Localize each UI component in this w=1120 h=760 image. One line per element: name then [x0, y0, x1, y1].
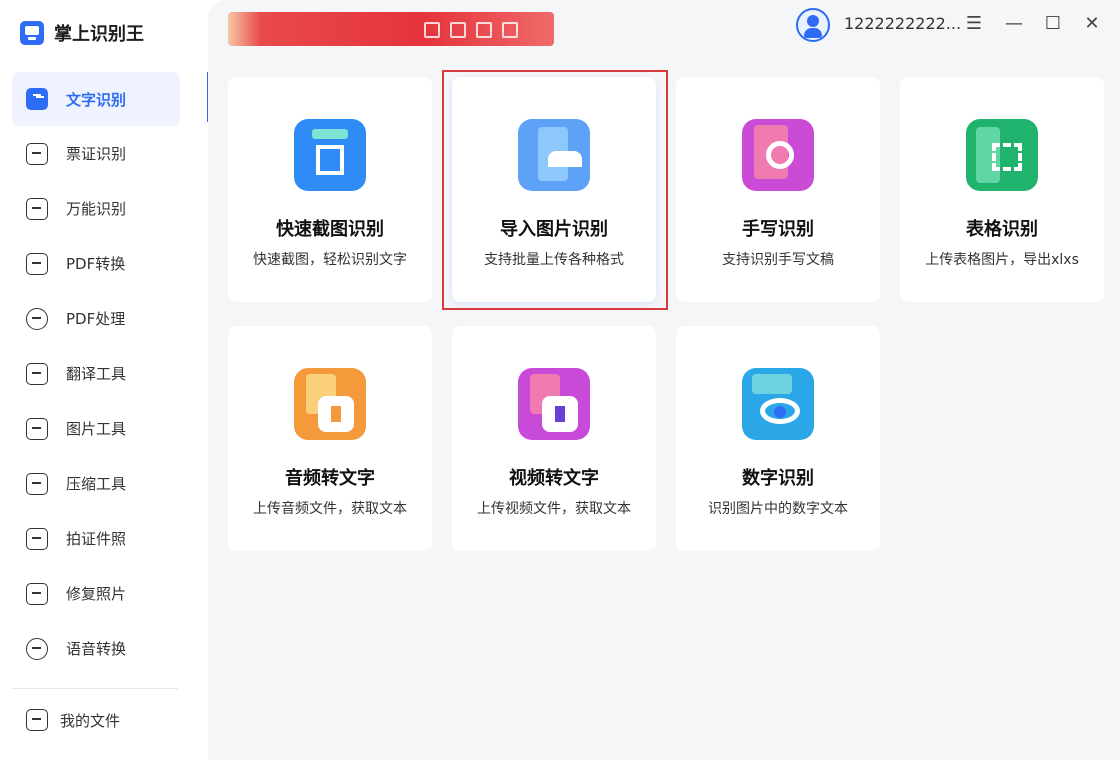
text-recognition-icon [26, 88, 48, 110]
pdf-process-icon [26, 307, 48, 330]
sidebar-item-label: 图片工具 [66, 420, 127, 438]
sidebar-item-label: 压缩工具 [66, 475, 127, 493]
card-title: 手写识别 [742, 219, 814, 240]
card-title: 音频转文字 [285, 468, 375, 489]
universal-scan-icon [26, 197, 48, 220]
card-desc: 支持批量上传各种格式 [484, 252, 624, 268]
sidebar-divider [12, 688, 178, 689]
card-desc: 上传视频文件，获取文本 [477, 501, 631, 517]
banner-box-icon [450, 22, 466, 38]
ticket-icon [26, 142, 48, 165]
sidebar-item-label: PDF处理 [66, 310, 126, 328]
handwriting-icon [742, 119, 814, 191]
banner-box-icon [502, 22, 518, 38]
sidebar-nav: 文字识别 票证识别 万能识别 PDF转换 PDF处理 翻译工具 图片工具 压缩工… [12, 72, 180, 676]
pdf-convert-icon [26, 252, 48, 275]
audio-to-text-icon [294, 368, 366, 440]
maximize-icon: ☐ [1044, 12, 1062, 34]
sidebar-item-photo-repair[interactable]: 修复照片 [12, 566, 180, 621]
sidebar-item-image-tool[interactable]: 图片工具 [12, 401, 180, 456]
sidebar-item-compress[interactable]: 压缩工具 [12, 456, 180, 511]
voice-convert-icon [26, 637, 48, 660]
maximize-button[interactable]: ☐ [1040, 10, 1066, 36]
image-tool-icon [26, 417, 48, 440]
card-number-recognition[interactable]: 数字识别 识别图片中的数字文本 [676, 326, 880, 551]
minimize-button[interactable]: — [1001, 10, 1027, 36]
sidebar-item-label: 万能识别 [66, 200, 127, 218]
card-title: 快速截图识别 [276, 219, 384, 240]
card-desc: 支持识别手写文稿 [722, 252, 834, 268]
app-name: 掌上识别王 [54, 24, 144, 45]
photo-repair-icon [26, 582, 48, 605]
card-handwriting-recognition[interactable]: 手写识别 支持识别手写文稿 [676, 77, 880, 302]
card-desc: 上传音频文件，获取文本 [253, 501, 407, 517]
banner-box-icon [476, 22, 492, 38]
sidebar-item-my-files[interactable]: 我的文件 [12, 700, 180, 740]
card-title: 视频转文字 [509, 468, 599, 489]
number-recognition-icon [742, 368, 814, 440]
translate-icon [26, 362, 48, 385]
brand: 掌上识别王 [20, 18, 144, 48]
sidebar-item-label: 拍证件照 [66, 530, 127, 548]
sidebar-item-id-photo[interactable]: 拍证件照 [12, 511, 180, 566]
menu-icon: ☰ [965, 12, 983, 34]
import-image-icon [518, 119, 590, 191]
card-import-image-recognition[interactable]: 导入图片识别 支持批量上传各种格式 [452, 77, 656, 302]
card-title: 表格识别 [966, 219, 1038, 240]
card-table-recognition[interactable]: 表格识别 上传表格图片，导出xlxs [900, 77, 1104, 302]
sidebar-item-label: 票证识别 [66, 145, 127, 163]
minimize-icon: — [1005, 12, 1023, 34]
id-photo-icon [26, 527, 48, 550]
screenshot-crop-icon [294, 119, 366, 191]
card-desc: 上传表格图片，导出xlxs [925, 252, 1079, 268]
user-name[interactable]: 1222222222... [844, 14, 961, 33]
video-to-text-icon [518, 368, 590, 440]
promo-banner[interactable] [228, 12, 554, 46]
card-audio-to-text[interactable]: 音频转文字 上传音频文件，获取文本 [228, 326, 432, 551]
app-window: 掌上识别王 文字识别 票证识别 万能识别 PDF转换 PDF处理 翻译工具 图片… [0, 0, 1120, 760]
user-avatar[interactable] [796, 8, 830, 42]
card-video-to-text[interactable]: 视频转文字 上传视频文件，获取文本 [452, 326, 656, 551]
sidebar-item-translate[interactable]: 翻译工具 [12, 346, 180, 401]
card-desc: 识别图片中的数字文本 [708, 501, 848, 517]
app-logo-icon [20, 21, 44, 45]
card-desc: 快速截图，轻松识别文字 [253, 252, 407, 268]
close-button[interactable]: ✕ [1079, 10, 1105, 36]
banner-box-icon [424, 22, 440, 38]
compress-icon [26, 472, 48, 495]
sidebar-item-label: 语音转换 [66, 640, 127, 658]
sidebar-item-label: 我的文件 [60, 711, 121, 730]
sidebar-item-label: 修复照片 [66, 585, 127, 603]
sidebar-item-voice-convert[interactable]: 语音转换 [12, 621, 180, 676]
menu-button[interactable]: ☰ [961, 10, 987, 36]
sidebar-item-label: 文字识别 [66, 90, 127, 109]
card-screenshot-recognition[interactable]: 快速截图识别 快速截图，轻松识别文字 [228, 77, 432, 302]
close-icon: ✕ [1084, 12, 1100, 34]
sidebar: 掌上识别王 文字识别 票证识别 万能识别 PDF转换 PDF处理 翻译工具 图片… [0, 0, 208, 760]
sidebar-item-label: PDF转换 [66, 255, 126, 273]
my-files-icon [26, 709, 48, 731]
card-title: 数字识别 [742, 468, 814, 489]
sidebar-item-ticket-recognition[interactable]: 票证识别 [12, 126, 180, 181]
sidebar-item-universal-recognition[interactable]: 万能识别 [12, 181, 180, 236]
sidebar-item-pdf-process[interactable]: PDF处理 [12, 291, 180, 346]
sidebar-item-label: 翻译工具 [66, 365, 127, 383]
table-scan-icon [966, 119, 1038, 191]
card-title: 导入图片识别 [500, 219, 608, 240]
sidebar-item-pdf-convert[interactable]: PDF转换 [12, 236, 180, 291]
sidebar-item-text-recognition[interactable]: 文字识别 [12, 72, 180, 126]
